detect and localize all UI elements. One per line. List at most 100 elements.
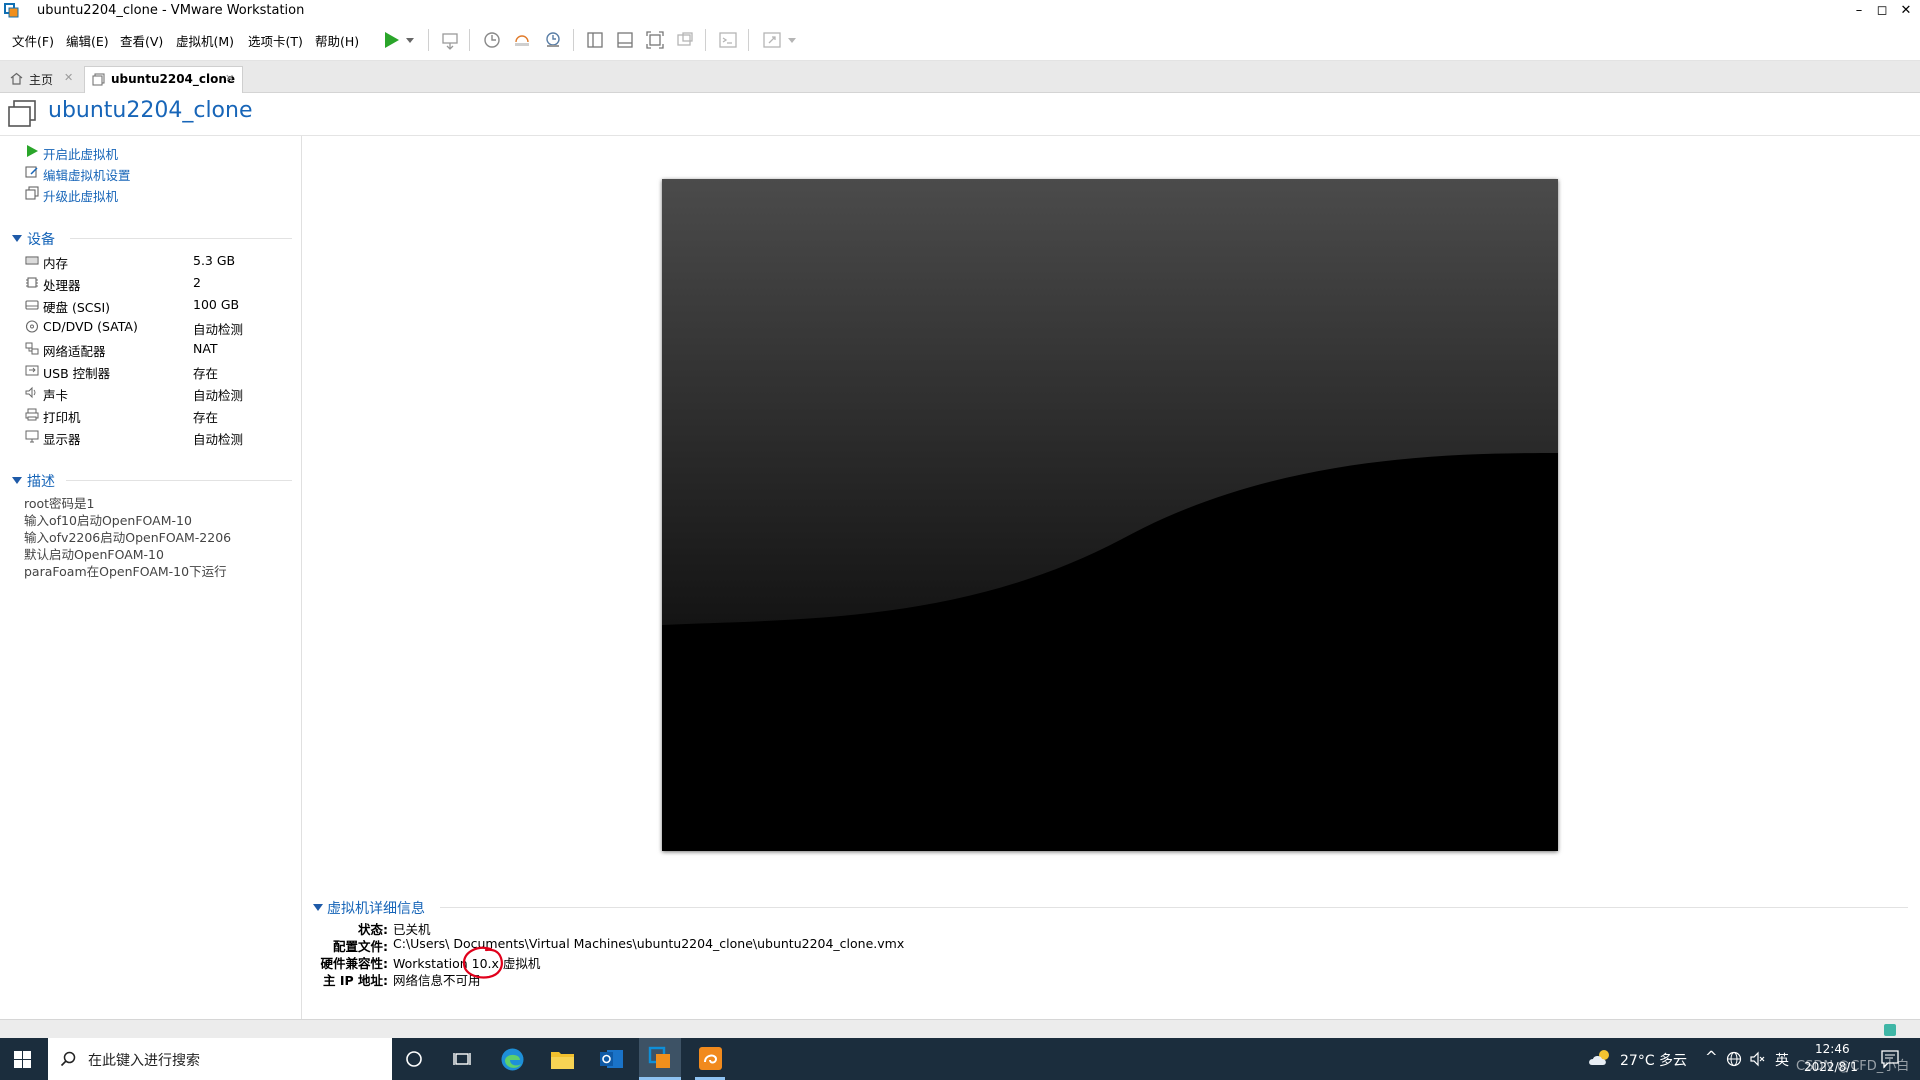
stretch-dropdown-chevron-icon[interactable]	[786, 30, 798, 50]
annotation-circle	[462, 946, 503, 979]
network-icon	[25, 342, 39, 355]
snapshot-manager-icon[interactable]	[543, 30, 563, 50]
toolbar-separator	[469, 29, 470, 51]
home-icon	[10, 72, 23, 85]
snapshot-icon[interactable]	[482, 30, 502, 50]
close-window-button[interactable]: ✕	[1893, 2, 1919, 20]
memory-icon	[25, 256, 39, 265]
device-name: 内存	[43, 256, 69, 271]
unity-icon[interactable]	[675, 30, 695, 50]
tab-home-close-icon[interactable]: ✕	[64, 71, 73, 84]
section-divider	[440, 907, 1908, 908]
weather-cloudy-icon[interactable]	[1588, 1049, 1612, 1067]
windows-start-icon[interactable]	[14, 1051, 31, 1068]
message-log-icon[interactable]	[1884, 1024, 1896, 1036]
vmware-taskbar-icon	[648, 1046, 670, 1068]
menu-view[interactable]: 查看(V)	[120, 31, 163, 50]
vm-title: ubuntu2204_clone	[48, 98, 253, 123]
device-name: 打印机	[43, 410, 81, 425]
device-value: 自动检测	[193, 432, 244, 447]
outlook-icon[interactable]	[599, 1047, 624, 1071]
menu-edit[interactable]: 编辑(E)	[66, 31, 109, 50]
menu-vm[interactable]: 虚拟机(M)	[176, 31, 234, 50]
display-icon	[25, 430, 39, 443]
tab-home[interactable]: 主页 ✕	[6, 66, 78, 92]
volume-muted-icon[interactable]	[1750, 1051, 1766, 1067]
edit-vm-settings-link[interactable]: 编辑虚拟机设置	[43, 165, 131, 184]
title-bar: ubuntu2204_clone - VMware Workstation	[0, 0, 1920, 22]
window-title: ubuntu2204_clone - VMware Workstation	[37, 3, 305, 18]
device-value: 存在	[193, 366, 219, 381]
details-section-title[interactable]: 虚拟机详细信息	[327, 898, 425, 918]
search-placeholder: 在此键入进行搜索	[88, 1053, 200, 1069]
upgrade-vm-icon	[25, 186, 39, 200]
file-explorer-icon[interactable]	[550, 1048, 575, 1070]
power-on-icon	[27, 145, 38, 157]
tray-expand-chevron-icon[interactable]: ^	[1705, 1048, 1718, 1066]
section-divider	[66, 480, 292, 481]
tab-vm[interactable]: ubuntu2204_clone ✕	[84, 66, 243, 93]
sound-icon	[25, 386, 36, 399]
device-value: 100 GB	[193, 297, 240, 312]
device-value: 2	[193, 275, 201, 290]
maximize-button[interactable]: ◻	[1869, 2, 1895, 20]
section-divider	[70, 238, 292, 239]
description-collapse-arrow-icon[interactable]	[12, 477, 22, 484]
device-name: 处理器	[43, 278, 81, 293]
tab-vm-close-icon[interactable]: ✕	[225, 72, 234, 85]
cdrom-icon	[25, 320, 39, 333]
preview-gloss-graphic	[662, 179, 1558, 851]
vm-header-icon	[8, 100, 36, 127]
menu-tabs[interactable]: 选项卡(T)	[248, 31, 303, 50]
windows-taskbar: 在此键入进行搜索 27°C 多云 ^ 英 12:46 2022/8/1 CSDN…	[0, 1038, 1920, 1080]
power-on-vm-link[interactable]: 开启此虚拟机	[43, 144, 118, 163]
description-section-title[interactable]: 描述	[27, 471, 55, 491]
thumbnail-bar-icon[interactable]	[615, 30, 635, 50]
send-ctrl-alt-del-icon[interactable]	[440, 30, 460, 50]
play-dropdown-chevron-icon[interactable]	[404, 30, 416, 50]
device-name: 声卡	[43, 388, 69, 403]
weather-text[interactable]: 27°C 多云	[1620, 1050, 1687, 1070]
stretch-guest-icon[interactable]	[762, 30, 782, 50]
clock-time[interactable]: 12:46	[1815, 1042, 1850, 1056]
fullscreen-icon[interactable]	[645, 30, 665, 50]
vm-screen-preview[interactable]	[662, 179, 1558, 851]
ime-indicator[interactable]: 英	[1775, 1050, 1789, 1070]
tab-vm-label: ubuntu2204_clone	[111, 72, 236, 86]
harddisk-icon	[25, 300, 39, 310]
pdf-app-taskbar-button[interactable]	[689, 1038, 731, 1080]
toolbar-separator	[748, 29, 749, 51]
edit-settings-icon	[25, 166, 38, 178]
description-line: paraFoam在OpenFOAM-10下运行	[24, 564, 227, 579]
search-icon	[60, 1051, 76, 1067]
show-library-icon[interactable]	[585, 30, 605, 50]
device-name: 显示器	[43, 432, 81, 447]
taskbar-search-box[interactable]: 在此键入进行搜索	[48, 1038, 392, 1080]
cortana-icon[interactable]	[405, 1050, 423, 1068]
device-name: USB 控制器	[43, 366, 111, 381]
toolbar-separator	[705, 29, 706, 51]
usb-icon	[25, 365, 39, 376]
pdf-app-icon	[699, 1047, 722, 1070]
toolbar-separator	[573, 29, 574, 51]
devices-section-title[interactable]: 设备	[27, 229, 55, 249]
menu-file[interactable]: 文件(F)	[12, 31, 54, 50]
printer-icon	[25, 408, 39, 421]
upgrade-vm-link[interactable]: 升级此虚拟机	[43, 186, 118, 205]
edge-browser-icon[interactable]	[500, 1047, 525, 1072]
devices-collapse-arrow-icon[interactable]	[12, 235, 22, 242]
console-view-icon[interactable]	[718, 30, 738, 50]
menu-help[interactable]: 帮助(H)	[315, 31, 359, 50]
vmware-taskbar-button[interactable]	[639, 1038, 681, 1080]
details-ip-label: 主 IP 地址:	[322, 973, 388, 988]
power-on-play-icon[interactable]	[382, 30, 402, 50]
vm-tab-icon	[92, 73, 105, 86]
network-globe-icon[interactable]	[1726, 1051, 1742, 1067]
task-view-icon[interactable]	[453, 1050, 471, 1068]
device-value: 自动检测	[193, 322, 244, 337]
vmware-app-icon	[4, 3, 19, 18]
details-collapse-arrow-icon[interactable]	[313, 904, 323, 911]
device-value: 5.3 GB	[193, 253, 236, 268]
revert-snapshot-icon[interactable]	[512, 30, 532, 50]
notification-center-icon[interactable]	[1880, 1049, 1900, 1069]
